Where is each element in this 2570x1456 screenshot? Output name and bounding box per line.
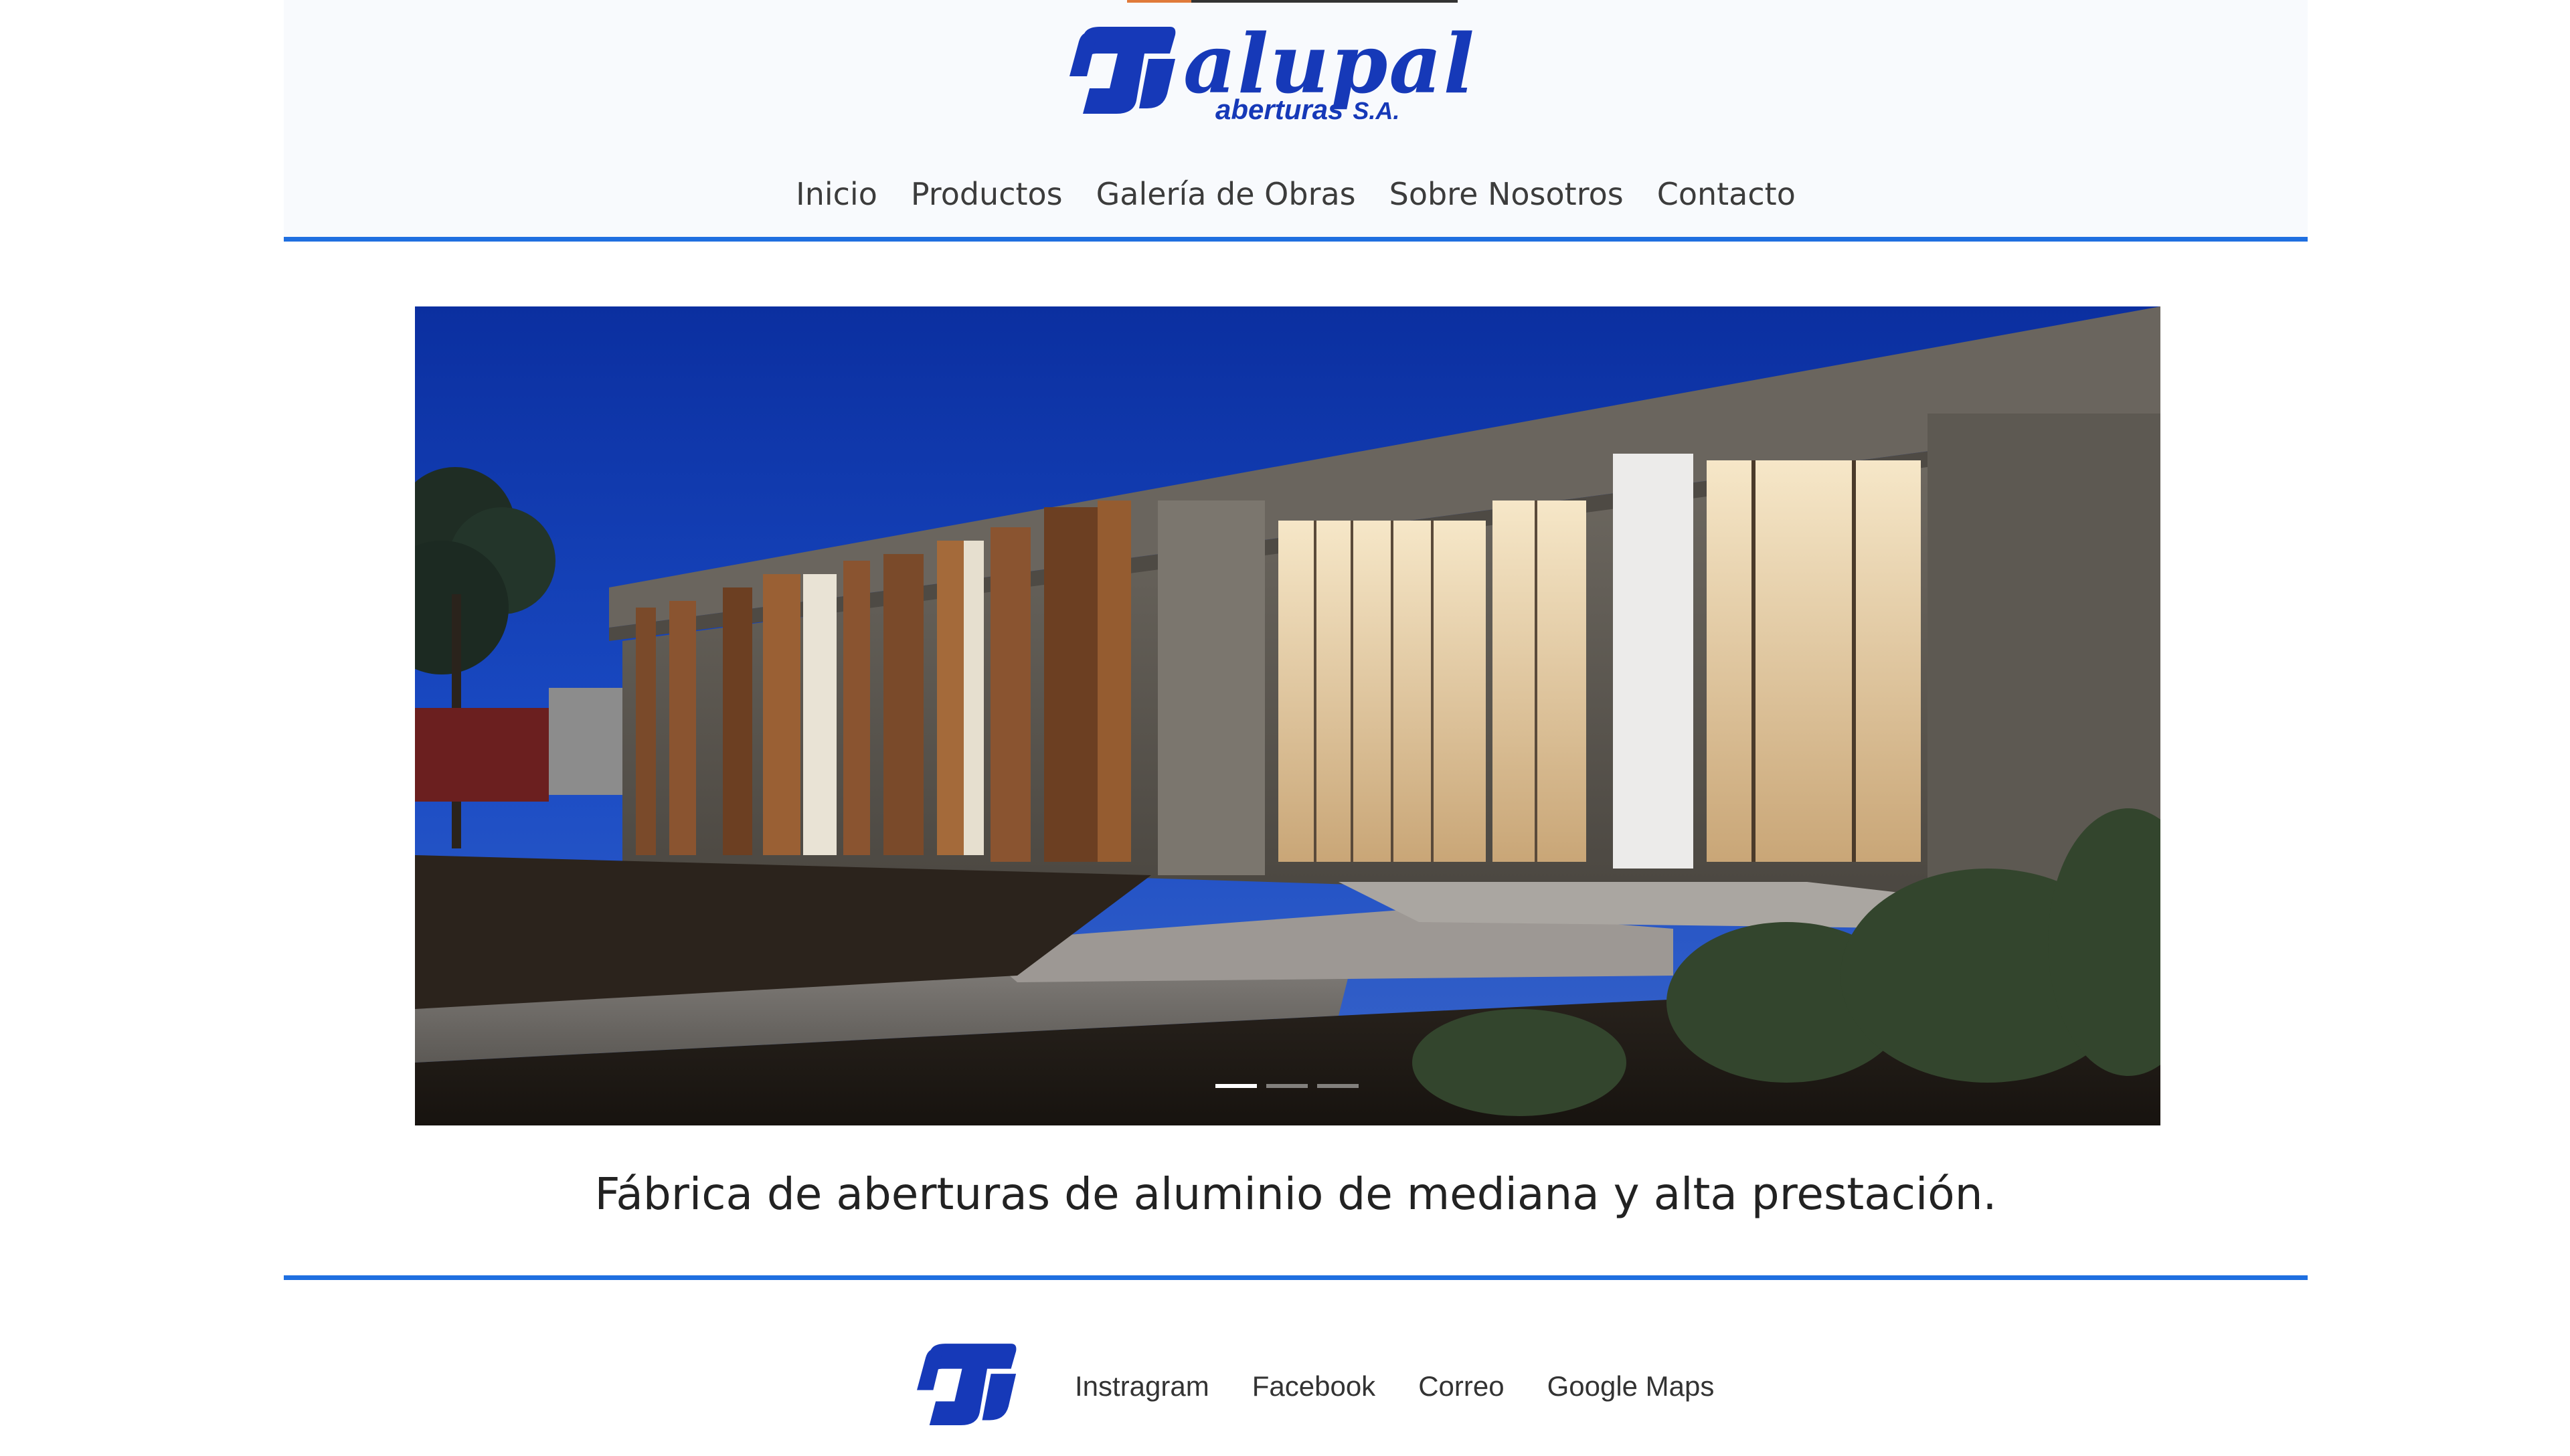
header-divider (284, 237, 2308, 242)
footer-link-instagram[interactable]: Instragram (1075, 1365, 1209, 1408)
brand-subtitle-text: aberturas (1215, 94, 1344, 125)
main-nav: Inicio Productos Galería de Obras Sobre … (284, 167, 2308, 221)
footer-logo-icon[interactable] (917, 1344, 1017, 1425)
nav-item-sobre-nosotros[interactable]: Sobre Nosotros (1389, 167, 1624, 221)
footer-link-correo[interactable]: Correo (1418, 1365, 1504, 1408)
footer-link-facebook[interactable]: Facebook (1252, 1365, 1375, 1408)
carousel-indicator-1[interactable] (1215, 1084, 1257, 1088)
nav-item-contacto[interactable]: Contacto (1657, 167, 1796, 221)
carousel-indicators (1215, 1084, 1359, 1088)
carousel-indicator-3[interactable] (1317, 1084, 1359, 1088)
nav-item-galeria[interactable]: Galería de Obras (1096, 167, 1356, 221)
nav-item-inicio[interactable]: Inicio (796, 167, 877, 221)
footer-link-google-maps[interactable]: Google Maps (1547, 1365, 1715, 1408)
footer-divider (284, 1275, 2308, 1280)
hero-slide-image (415, 306, 2160, 1125)
logo-mark-icon (1069, 27, 1176, 114)
carousel-indicator-2[interactable] (1266, 1084, 1308, 1088)
top-bar-accent (1127, 0, 1191, 3)
brand-logo[interactable]: alupal aberturas S.A. (1069, 20, 1531, 127)
tagline: Fábrica de aberturas de aluminio de medi… (594, 1168, 1997, 1220)
nav-item-productos[interactable]: Productos (911, 167, 1063, 221)
brand-suffix: S.A. (1353, 97, 1400, 124)
footer-nav: Instragram Facebook Correo Google Maps (1075, 1365, 1714, 1408)
site-header: alupal aberturas S.A. Inicio Productos Ga… (284, 0, 2308, 238)
hero-carousel[interactable] (415, 306, 2160, 1125)
page: alupal aberturas S.A. Inicio Productos Ga… (0, 0, 2570, 1456)
brand-subtitle: aberturas S.A. (1215, 94, 1399, 127)
